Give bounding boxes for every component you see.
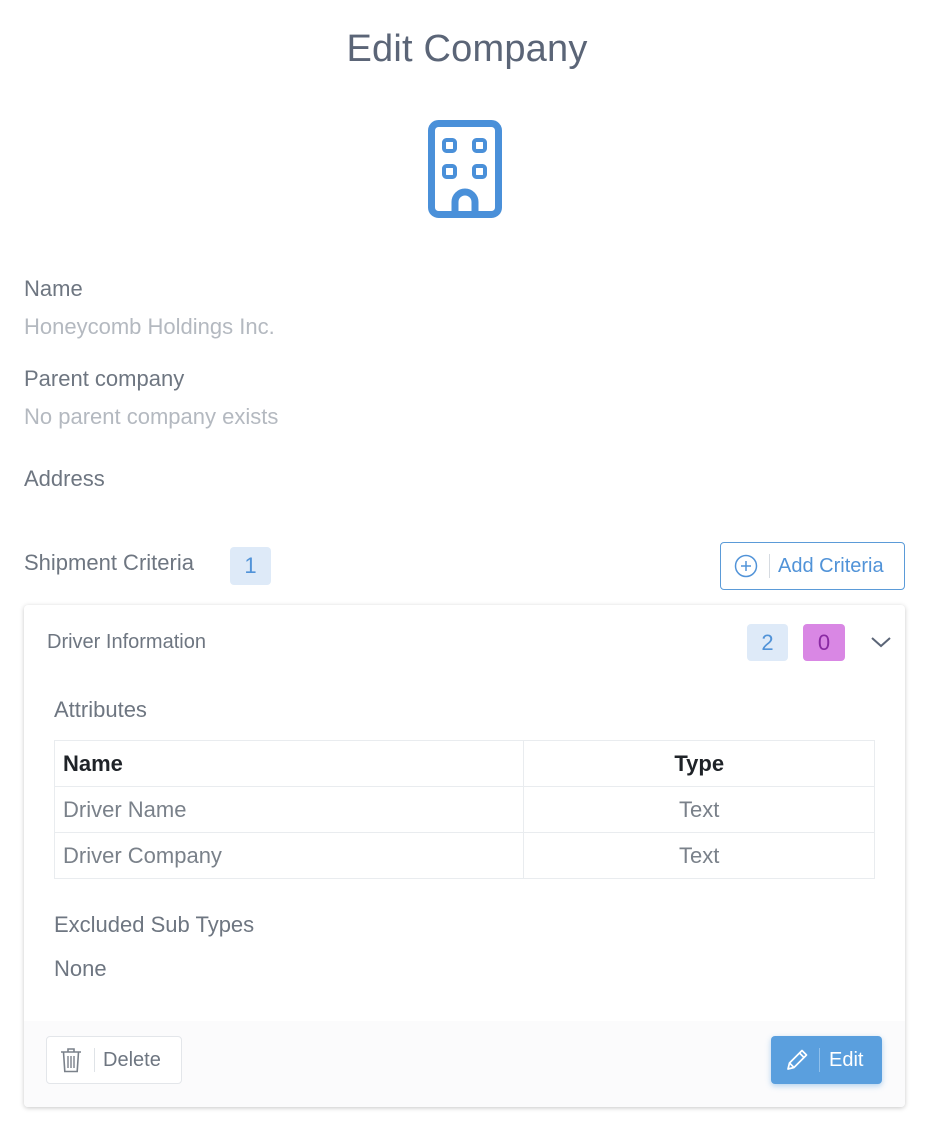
button-separator: [94, 1048, 95, 1072]
column-header-name: Name: [53, 740, 525, 787]
name-label: Name: [24, 276, 83, 301]
attribute-count-badge: 2: [747, 624, 788, 661]
criteria-card-title[interactable]: Driver Information: [47, 631, 206, 654]
button-separator: [769, 554, 770, 578]
table-cell-name: Driver Company: [53, 832, 525, 879]
chevron-down-icon[interactable]: [870, 635, 892, 649]
table-row: Driver Company Text: [53, 832, 875, 879]
parent-company-value: No parent company exists: [24, 404, 279, 429]
shipment-criteria-label: Shipment Criteria: [24, 550, 194, 575]
excluded-sub-types-label: Excluded Sub Types: [54, 912, 255, 937]
add-criteria-button[interactable]: Add Criteria: [720, 542, 905, 590]
criteria-card: Driver Information 2 0 Attributes Name T…: [24, 605, 905, 1107]
table-row: Driver Name Text: [53, 786, 875, 833]
edit-button[interactable]: Edit: [771, 1036, 882, 1084]
column-header-type: Type: [523, 740, 875, 787]
table-cell-type: Text: [523, 786, 875, 833]
building-icon: [428, 120, 502, 218]
edit-label: Edit: [829, 1048, 864, 1071]
criteria-count-badge: 1: [230, 547, 271, 585]
delete-label: Delete: [103, 1048, 161, 1071]
table-header-row: Name Type: [53, 740, 875, 787]
add-criteria-label: Add Criteria: [778, 554, 884, 577]
attributes-table: Name Type Driver Name Text Driver Compan…: [53, 740, 875, 879]
trash-icon: [61, 1048, 81, 1073]
page-title: Edit Company: [346, 28, 588, 70]
attributes-label: Attributes: [54, 697, 147, 722]
card-footer: Delete Edit: [24, 1021, 905, 1107]
address-label: Address: [24, 466, 105, 491]
parent-company-label: Parent company: [24, 366, 185, 391]
pencil-icon: [787, 1049, 808, 1070]
company-name-value: Honeycomb Holdings Inc.: [24, 314, 275, 339]
delete-button[interactable]: Delete: [46, 1036, 182, 1084]
button-separator: [819, 1048, 820, 1072]
table-cell-type: Text: [523, 832, 875, 879]
excluded-sub-types-value: None: [54, 956, 107, 981]
table-cell-name: Driver Name: [53, 786, 525, 833]
excluded-count-badge: 0: [803, 624, 845, 661]
plus-circle-icon: [734, 554, 758, 578]
